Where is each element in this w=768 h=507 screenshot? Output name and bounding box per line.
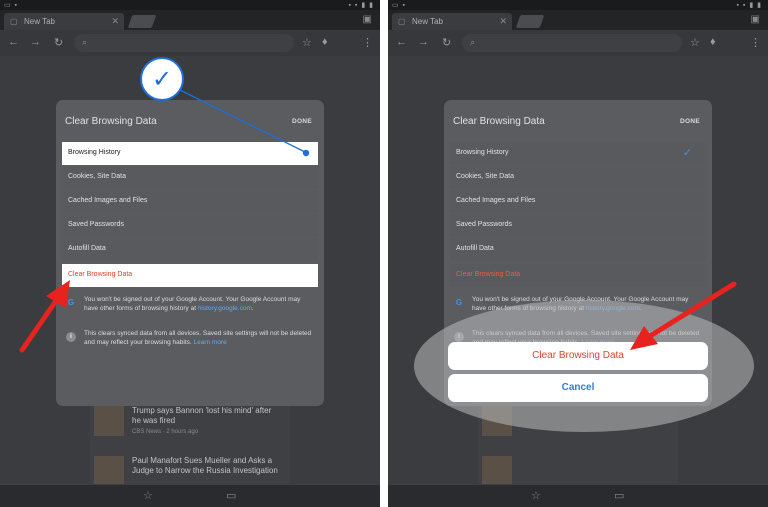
- done-button[interactable]: DONE: [292, 118, 312, 125]
- option-label: Browsing History: [68, 149, 121, 156]
- clear-browsing-data-label: Clear Browsing Data: [456, 271, 521, 278]
- confirm-clear-button[interactable]: Clear Browsing Data: [448, 342, 708, 370]
- tab-strip: ▢ New Tab ✕ ▣: [388, 10, 768, 30]
- option-browsing-history[interactable]: Browsing History: [62, 142, 318, 165]
- option-cached-images[interactable]: Cached Images and Files: [450, 190, 706, 213]
- option-saved-passwords[interactable]: Saved Passwords: [62, 214, 318, 237]
- back-icon[interactable]: ←: [396, 36, 407, 48]
- new-tab-button[interactable]: [127, 15, 157, 28]
- status-right: ▪ ▪ ▮ ▮: [348, 2, 374, 9]
- close-icon[interactable]: ✕: [499, 16, 507, 27]
- option-label: Browsing History: [456, 149, 509, 156]
- option-autofill-data[interactable]: Autofill Data: [450, 238, 706, 261]
- done-button[interactable]: DONE: [680, 118, 700, 125]
- option-cookies-site-data[interactable]: Cookies, Site Data: [450, 166, 706, 189]
- right-screenshot: ▭ ▪ ▪ ▪ ▮ ▮ ▢ New Tab ✕ ▣ ← → ↻ ⌕ ☆ ♦ ⋮ …: [388, 0, 768, 507]
- dialog-title: Clear Browsing Data: [65, 116, 157, 127]
- clear-browsing-data-button[interactable]: Clear Browsing Data: [62, 264, 318, 287]
- option-cookies-site-data[interactable]: Cookies, Site Data: [62, 166, 318, 189]
- page-icon: ▢: [398, 17, 406, 26]
- option-label: Saved Passwords: [456, 221, 513, 228]
- option-label: Cached Images and Files: [456, 197, 536, 204]
- history-link[interactable]: history.google.com: [198, 305, 252, 312]
- reading-list-icon[interactable]: ▭: [614, 489, 624, 502]
- clear-browsing-data-button[interactable]: Clear Browsing Data: [450, 264, 706, 287]
- status-left: ▭ ▪: [4, 2, 19, 9]
- option-label: Cookies, Site Data: [68, 173, 126, 180]
- option-cached-images[interactable]: Cached Images and Files: [62, 190, 318, 213]
- google-account-text: You won't be signed out of your Google A…: [84, 296, 301, 312]
- tab-title: New Tab: [412, 17, 443, 26]
- clear-browsing-data-label: Clear Browsing Data: [68, 271, 133, 278]
- checkmark-icon: ✓: [151, 66, 173, 93]
- news-thumbnail: [94, 406, 124, 436]
- learn-more-link[interactable]: Learn more: [193, 339, 226, 346]
- star-icon[interactable]: ☆: [302, 36, 312, 49]
- reload-icon[interactable]: ↻: [442, 36, 451, 49]
- new-tab-button[interactable]: [515, 15, 545, 28]
- synced-data-text: This clears synced data from all devices…: [84, 330, 312, 346]
- bottom-bar: ☆ ▭: [0, 484, 380, 507]
- tab-switcher-icon[interactable]: ▣: [751, 14, 760, 25]
- panel-divider: [380, 0, 388, 507]
- toolbar: ← → ↻ ⌕ ☆ ♦ ⋮: [388, 30, 768, 56]
- google-icon: G: [67, 298, 75, 307]
- tab-title: New Tab: [24, 17, 55, 26]
- annotation-check-circle: ✓: [140, 57, 184, 101]
- option-label: Cached Images and Files: [68, 197, 148, 204]
- menu-icon[interactable]: ⋮: [750, 36, 761, 49]
- option-label: Autofill Data: [456, 245, 494, 252]
- status-bar: ▭ ▪ ▪ ▪ ▮ ▮: [388, 0, 768, 10]
- close-icon[interactable]: ✕: [111, 16, 119, 27]
- option-browsing-history[interactable]: Browsing History ✓: [450, 142, 706, 165]
- cancel-button[interactable]: Cancel: [448, 374, 708, 402]
- forward-icon[interactable]: →: [30, 36, 41, 48]
- left-screenshot: ▭ ▪ ▪ ▪ ▮ ▮ ▢ New Tab ✕ ▣ ← → ↻ ⌕ ☆ ♦ ⋮ …: [0, 0, 380, 507]
- toolbar: ← → ↻ ⌕ ☆ ♦ ⋮: [0, 30, 380, 56]
- tab-new-tab[interactable]: ▢ New Tab ✕: [4, 13, 124, 30]
- news-thumbnail: [482, 456, 512, 486]
- news-headline: Trump says Bannon 'lost his mind' after …: [132, 406, 272, 425]
- search-icon: ⌕: [470, 37, 476, 47]
- tab-switcher-icon[interactable]: ▣: [363, 14, 372, 25]
- omnibox[interactable]: ⌕: [74, 34, 294, 52]
- info-icon: i: [66, 332, 76, 342]
- status-right: ▪ ▪ ▮ ▮: [736, 2, 762, 9]
- page-icon: ▢: [10, 17, 18, 26]
- bottom-bar: ☆ ▭: [388, 484, 768, 507]
- news-meta: CBS News · 2 hours ago: [132, 429, 199, 435]
- option-label: Saved Passwords: [68, 221, 125, 228]
- back-icon[interactable]: ←: [8, 36, 19, 48]
- option-autofill-data[interactable]: Autofill Data: [62, 238, 318, 261]
- bookmark-star-icon[interactable]: ☆: [531, 489, 541, 502]
- menu-icon[interactable]: ⋮: [362, 36, 373, 49]
- mic-icon[interactable]: ♦: [710, 36, 716, 48]
- clear-browsing-data-dialog: Clear Browsing Data DONE Browsing Histor…: [56, 100, 324, 406]
- tab-new-tab[interactable]: ▢ New Tab ✕: [392, 13, 512, 30]
- tab-strip: ▢ New Tab ✕ ▣: [0, 10, 380, 30]
- reload-icon[interactable]: ↻: [54, 36, 63, 49]
- checkmark-icon: ✓: [682, 147, 692, 159]
- forward-icon[interactable]: →: [418, 36, 429, 48]
- omnibox[interactable]: ⌕: [462, 34, 682, 52]
- star-icon[interactable]: ☆: [690, 36, 700, 49]
- mic-icon[interactable]: ♦: [322, 36, 328, 48]
- dialog-title: Clear Browsing Data: [453, 116, 545, 127]
- bookmark-star-icon[interactable]: ☆: [143, 489, 153, 502]
- news-thumbnail: [94, 456, 124, 486]
- option-saved-passwords[interactable]: Saved Passwords: [450, 214, 706, 237]
- search-icon: ⌕: [82, 37, 88, 47]
- option-label: Autofill Data: [68, 245, 106, 252]
- news-headline: Paul Manafort Sues Mueller and Asks a Ju…: [132, 456, 278, 475]
- option-label: Cookies, Site Data: [456, 173, 514, 180]
- status-left: ▭ ▪: [392, 2, 407, 9]
- reading-list-icon[interactable]: ▭: [226, 489, 236, 502]
- status-bar: ▭ ▪ ▪ ▪ ▮ ▮: [0, 0, 380, 10]
- google-icon: G: [455, 298, 463, 307]
